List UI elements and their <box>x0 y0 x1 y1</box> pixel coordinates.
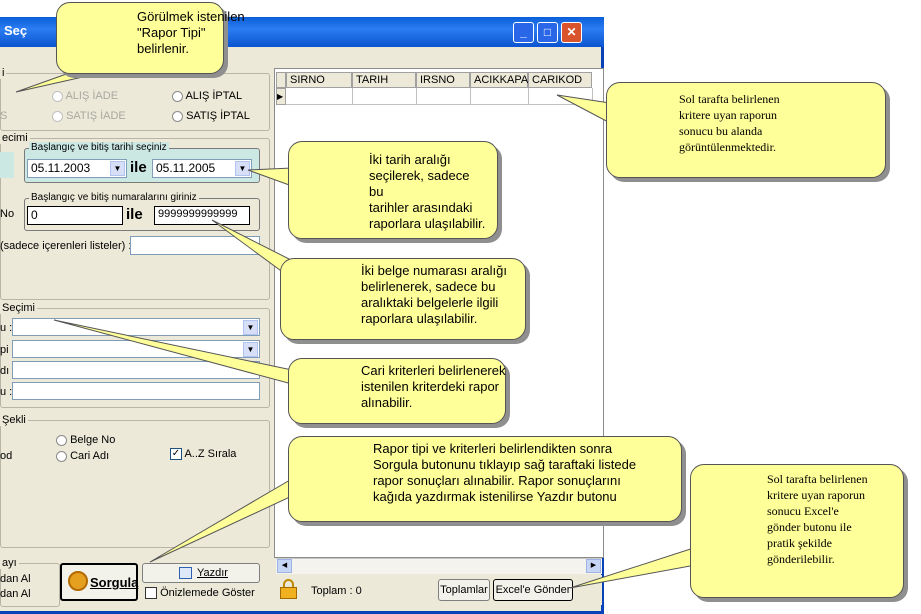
callout-doc-number: İki belge numarası aralığı belirlenerek,… <box>280 258 526 340</box>
callout-excel: Sol tarafta belirlenen kritere uyan rapo… <box>690 464 904 598</box>
callout-date-range: İki tarih aralığı seçilerek, sadece bu t… <box>288 141 498 239</box>
callout-sorgula: Rapor tipi ve kriterleri belirlendikten … <box>288 436 682 522</box>
callout-cari: Cari kriterleri belirlenerek istenilen k… <box>288 358 506 424</box>
callout-rapor-tipi: Görülmek istenilen "Rapor Tipi" belirlen… <box>56 2 245 74</box>
callout-result-area: Sol tarafta belirlenen kritere uyan rapo… <box>606 82 886 178</box>
